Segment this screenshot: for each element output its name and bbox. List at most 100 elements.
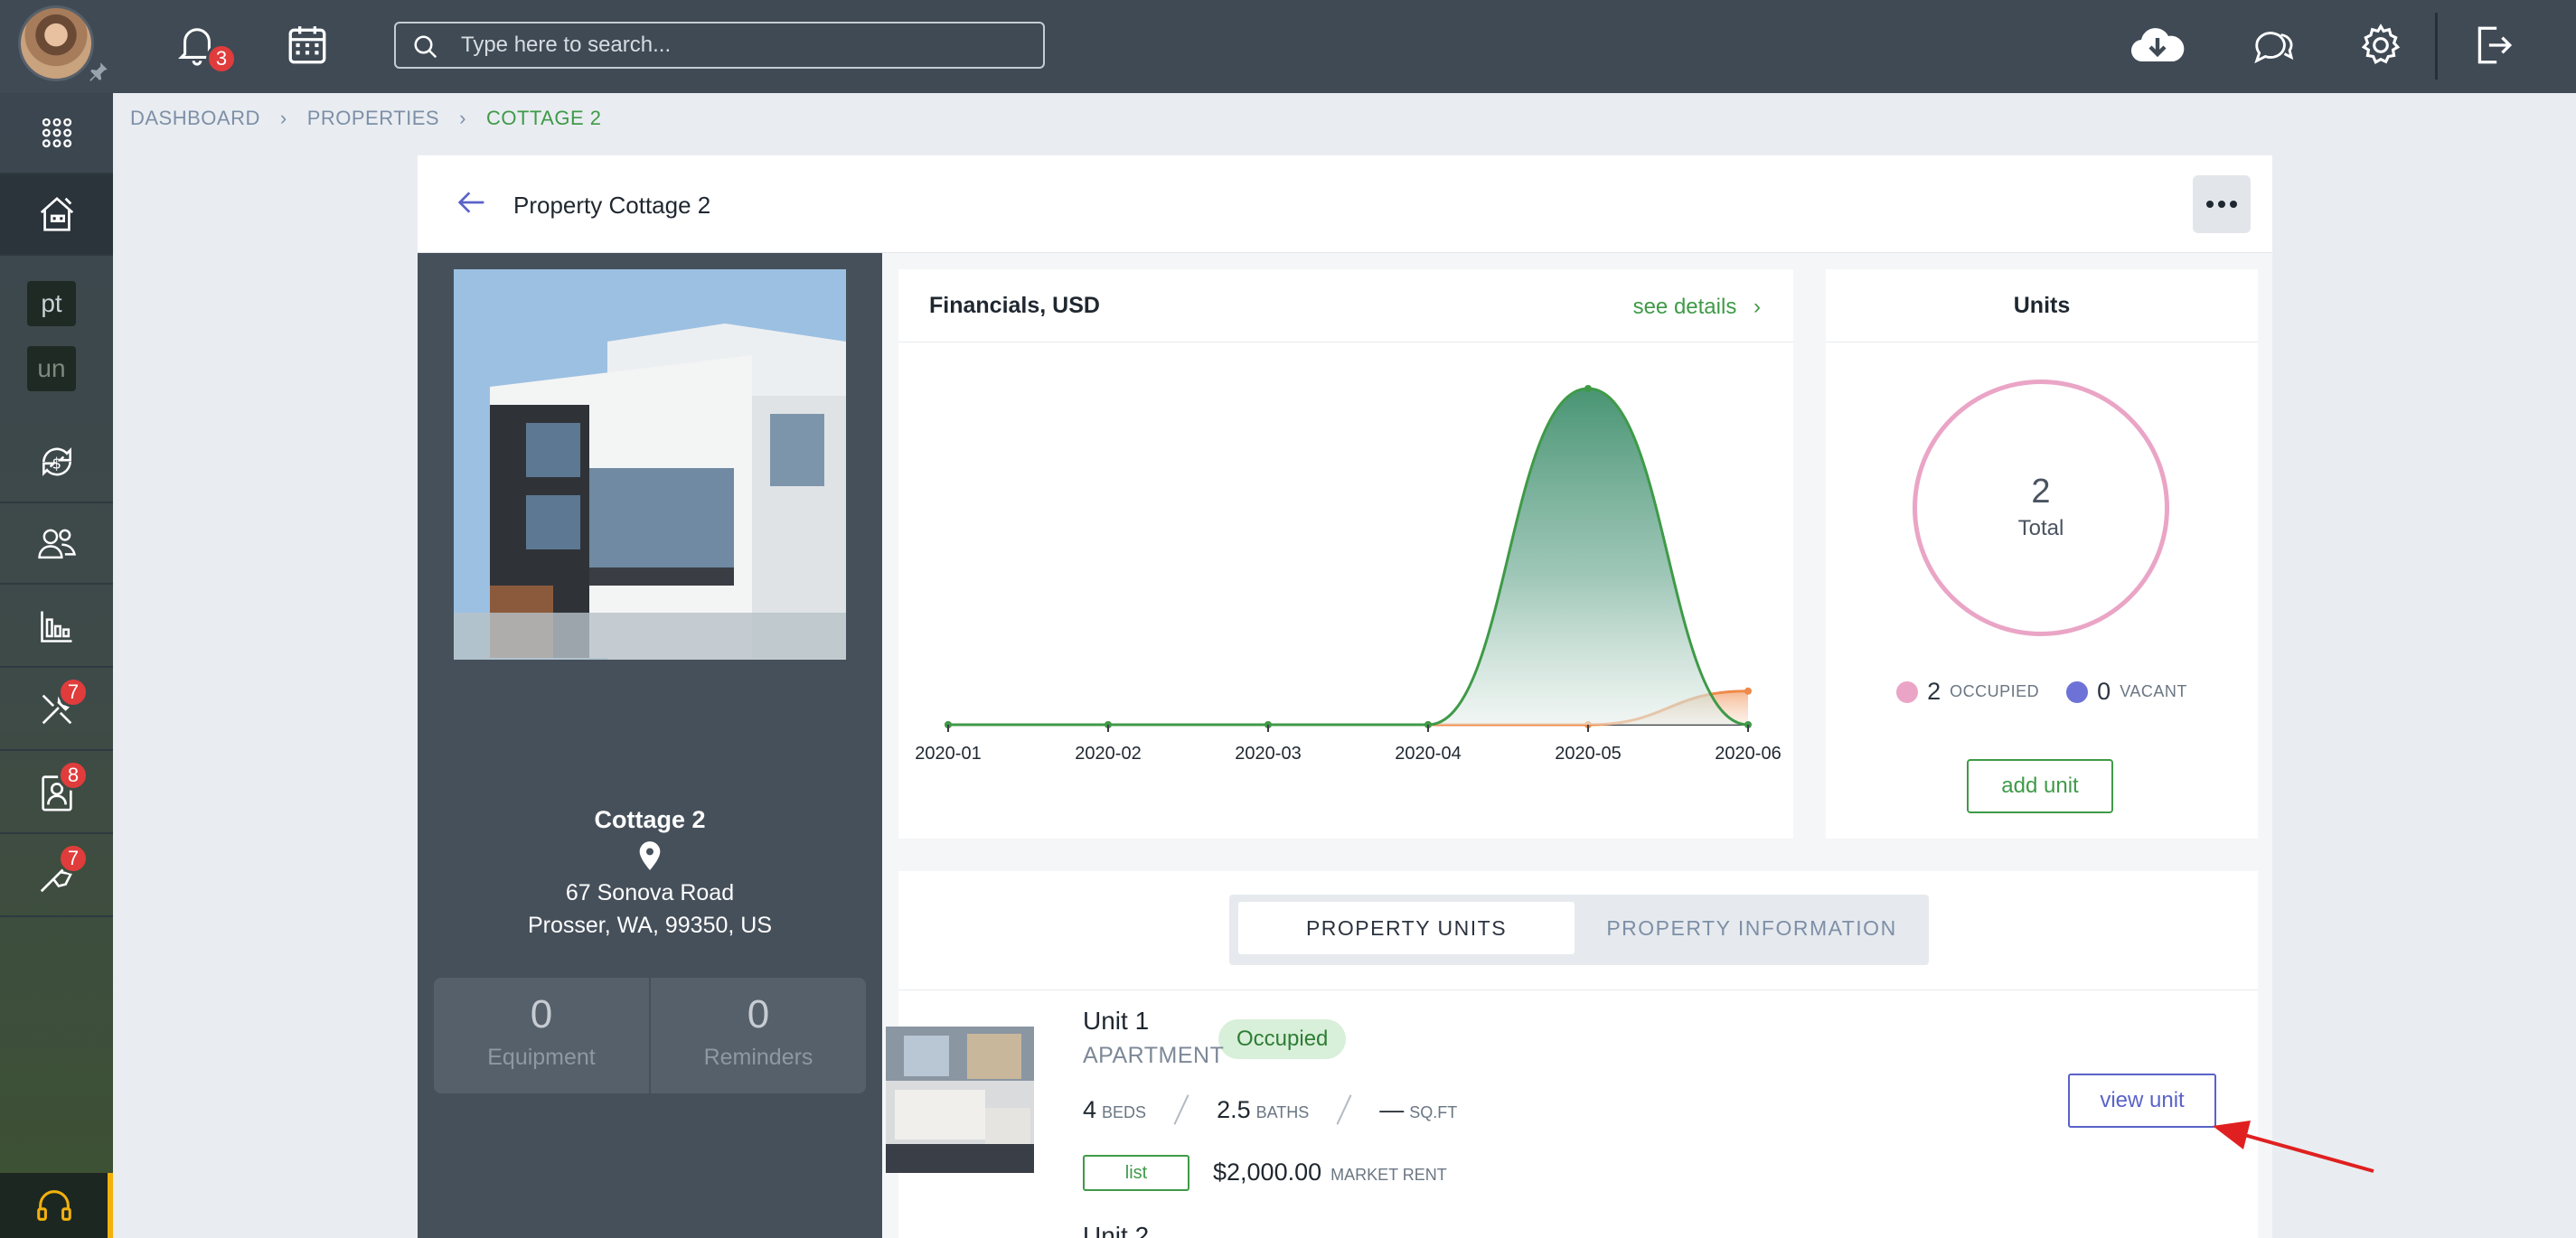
notifications-icon[interactable]: 3 <box>172 20 237 74</box>
annotation-arrow-icon <box>2213 1121 2374 1173</box>
reminders-stat[interactable]: 0 Reminders <box>649 978 866 1093</box>
x-tick-label: 2020-03 <box>1235 744 1301 764</box>
sidebar-item-tenants[interactable]: 8 <box>0 753 113 834</box>
units-total: 2 <box>2031 473 2051 511</box>
occupied-label: OCCUPIED <box>1950 682 2040 700</box>
sidebar-item-people[interactable] <box>0 503 113 585</box>
support-headset-button[interactable] <box>0 1173 113 1238</box>
beds-count: 4 <box>1083 1095 1097 1123</box>
breadcrumb-dashboard[interactable]: DASHBOARD <box>130 107 260 130</box>
address-line-1: 67 Sonova Road <box>565 880 735 905</box>
people-icon <box>37 529 76 559</box>
unit-name[interactable]: Unit 1 <box>1083 1007 1149 1036</box>
back-arrow-icon[interactable] <box>457 190 486 220</box>
unit-name[interactable]: Unit 2 <box>1083 1224 1149 1238</box>
user-avatar[interactable] <box>18 5 94 81</box>
tenants-badge: 8 <box>58 760 89 791</box>
sidebar-item-apps[interactable] <box>0 93 113 174</box>
separator-slash <box>1173 1094 1189 1125</box>
separator-slash <box>1336 1094 1352 1125</box>
sidebar-item-reports[interactable] <box>0 586 113 668</box>
page-title: Property Cottage 2 <box>513 192 711 219</box>
apps-grid-icon <box>42 117 71 148</box>
search-bar[interactable] <box>394 22 1045 69</box>
sidebar-item-tools[interactable]: 7 <box>0 670 113 751</box>
sidebar-chip-pt[interactable]: pt <box>27 281 76 326</box>
property-address: 67 Sonova Road Prosser, WA, 99350, US <box>418 877 882 942</box>
settings-gear-icon[interactable] <box>2355 20 2406 70</box>
x-tick-label: 2020-01 <box>915 744 981 764</box>
equipment-count: 0 <box>530 992 553 1036</box>
unit-photo[interactable] <box>886 1027 1034 1173</box>
address-line-2: Prosser, WA, 99350, US <box>527 913 773 938</box>
chat-icon[interactable] <box>2247 20 2298 70</box>
tools-badge: 7 <box>58 677 89 708</box>
property-photo <box>454 269 846 660</box>
add-unit-button[interactable]: add unit <box>1967 759 2113 813</box>
units-title: Units <box>2013 293 2071 318</box>
reminders-label: Reminders <box>703 1045 813 1070</box>
chevron-right-icon: › <box>459 107 466 129</box>
data-point[interactable] <box>1744 687 1752 695</box>
sqft-label: SQ.FT <box>1409 1102 1458 1121</box>
sidebar: pt un $ 7 8 7 <box>0 93 113 1238</box>
breadcrumb-properties[interactable]: PROPERTIES <box>307 107 439 130</box>
property-stats: 0 Equipment 0 Reminders <box>434 978 866 1093</box>
units-legend: 2 OCCUPIED 0 VACANT <box>1826 678 2258 706</box>
data-point[interactable] <box>1584 385 1592 392</box>
occupied-count: 2 <box>1927 678 1941 705</box>
more-options-button[interactable] <box>2193 175 2251 233</box>
financials-title: Financials, USD <box>929 293 1100 318</box>
search-input[interactable] <box>461 31 1021 60</box>
money-cycle-icon: $ <box>42 447 71 476</box>
occupied-dot <box>1896 680 1919 703</box>
x-tick-label: 2020-04 <box>1395 744 1461 764</box>
units-panel: Units 2 Total 2 OCCUPIED 0 VACANT add un… <box>1826 269 2258 839</box>
logout-icon[interactable] <box>2468 20 2518 70</box>
x-tick-label: 2020-06 <box>1715 744 1781 764</box>
series-area-0 <box>948 389 1748 725</box>
search-icon <box>414 35 437 59</box>
baths-count: 2.5 <box>1217 1095 1251 1123</box>
svg-text:$: $ <box>52 455 61 472</box>
see-details-link[interactable]: see details › <box>1633 295 1761 320</box>
tab-bar: PROPERTY UNITS PROPERTY INFORMATION <box>1229 895 1929 965</box>
chevron-right-icon: › <box>279 107 287 129</box>
breadcrumb-current: COTTAGE 2 <box>485 107 602 129</box>
sidebar-chip-un[interactable]: un <box>27 346 76 391</box>
financials-panel: Financials, USD see details › 2020-01 202… <box>898 269 1793 839</box>
pin-icon[interactable] <box>87 60 110 83</box>
vacant-label: VACANT <box>2120 682 2187 700</box>
unit-rent: $2,000.00 MARKET RENT <box>1213 1158 1447 1186</box>
legend-occupied: 2 OCCUPIED <box>1896 678 2039 706</box>
vacant-dot <box>2066 680 2089 703</box>
sidebar-item-properties[interactable] <box>0 174 113 256</box>
financials-chart: 2020-01 2020-02 2020-03 2020-04 2020-05 2020-… <box>915 385 1782 764</box>
equipment-label: Equipment <box>487 1045 596 1070</box>
maintenance-badge: 7 <box>58 843 89 874</box>
vacant-count: 0 <box>2097 678 2111 705</box>
divider <box>898 989 2258 990</box>
sidebar-item-payments[interactable]: $ <box>0 422 113 503</box>
cloud-download-icon[interactable] <box>2128 20 2187 70</box>
unit-status-badge: Occupied <box>1218 1019 1347 1059</box>
tab-property-information[interactable]: PROPERTY INFORMATION <box>1584 902 1920 954</box>
house-icon <box>40 196 73 231</box>
location-pin-icon <box>637 840 663 871</box>
tab-property-units[interactable]: PROPERTY UNITS <box>1238 902 1575 954</box>
unit-specs: 4 BEDS 2.5 BATHS — SQ.FT <box>1083 1093 1457 1126</box>
reminders-count: 0 <box>747 992 770 1036</box>
calendar-icon[interactable] <box>282 20 333 70</box>
view-unit-button[interactable]: view unit <box>2068 1074 2216 1128</box>
units-total-label: Total <box>2017 516 2064 540</box>
ellipsis-icon <box>2206 201 2237 208</box>
headset-icon <box>36 1190 71 1221</box>
units-donut: 2 Total <box>1913 380 2169 636</box>
list-button[interactable]: list <box>1083 1155 1189 1191</box>
sidebar-item-maintenance[interactable]: 7 <box>0 836 113 917</box>
property-summary: Cottage 2 67 Sonova Road Prosser, WA, 99… <box>418 253 882 1238</box>
chevron-right-icon: › <box>1753 295 1761 319</box>
rent-label: MARKET RENT <box>1330 1166 1447 1184</box>
equipment-stat[interactable]: 0 Equipment <box>434 978 649 1093</box>
topbar-divider <box>2435 13 2438 80</box>
